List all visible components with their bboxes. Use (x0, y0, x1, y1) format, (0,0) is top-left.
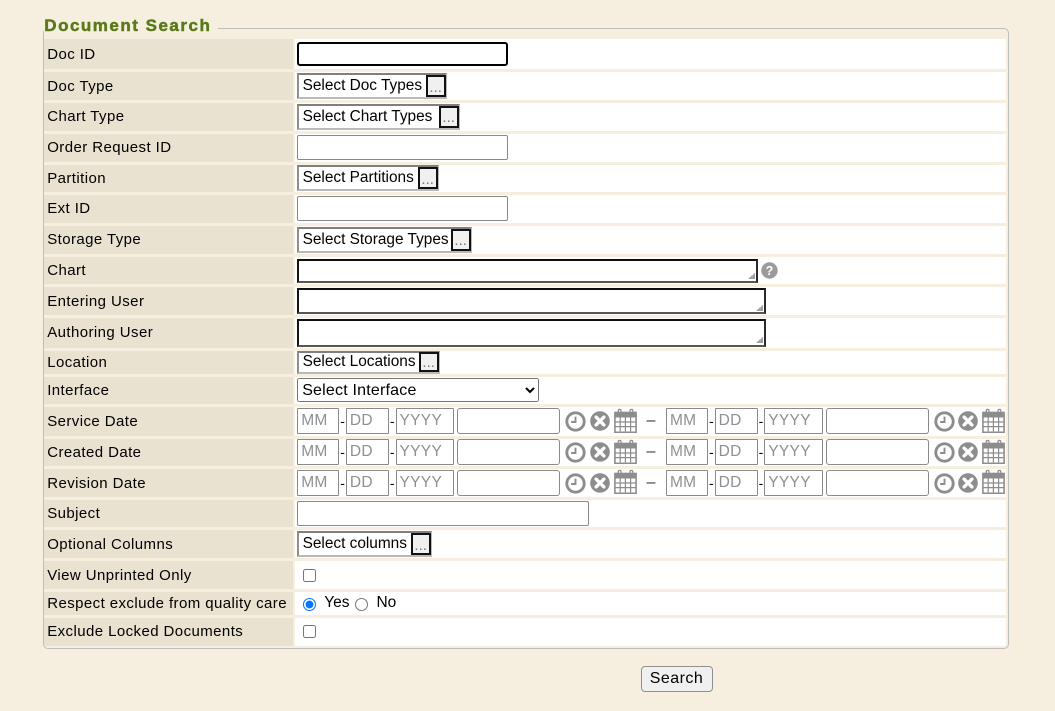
svg-text:?: ? (766, 264, 774, 278)
